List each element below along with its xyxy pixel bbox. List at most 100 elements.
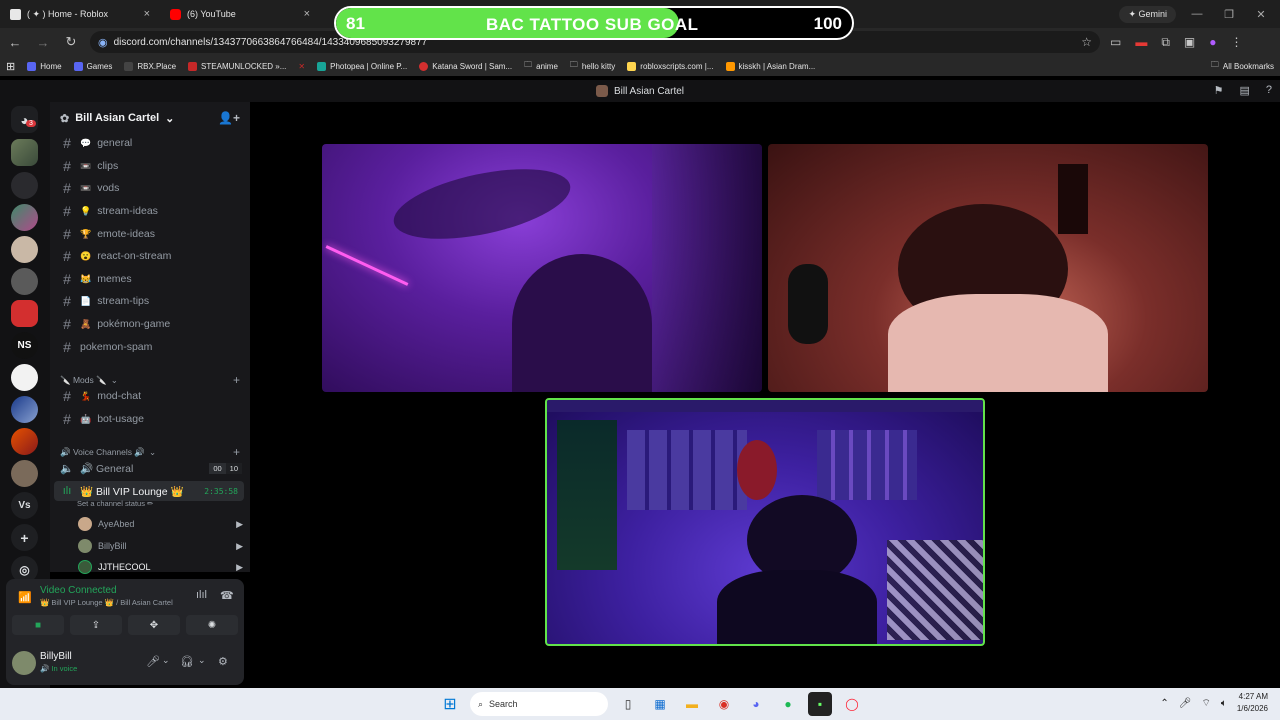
windows-start-icon[interactable]: ⊞	[438, 692, 462, 716]
channel-vods[interactable]: # 📼 vods	[58, 178, 242, 198]
reload-icon[interactable]: ↻	[62, 34, 80, 50]
video-tile-1[interactable]	[322, 144, 762, 392]
add-channel-icon[interactable]: +	[233, 445, 240, 459]
inbox-icon[interactable]: ▤	[1239, 84, 1249, 97]
tab-roblox[interactable]: ( ✦ ) Home - Roblox ×	[0, 0, 160, 28]
bookmark-anime[interactable]: 🗀 anime	[524, 59, 558, 73]
tab-close-icon[interactable]: ×	[144, 8, 150, 20]
microphone-tray-icon[interactable]: 🎤︎	[1179, 698, 1192, 709]
help-icon[interactable]: ?	[1266, 84, 1272, 97]
extension-icon[interactable]: ▭	[1110, 35, 1121, 50]
bookmark-rbxplace[interactable]: RBX.Place	[124, 61, 176, 71]
chevron-down-icon[interactable]: ⌄	[162, 655, 170, 666]
extensions-puzzle-icon[interactable]: ⧉	[1161, 35, 1170, 50]
channel-bot-usage[interactable]: # 🤖 bot-usage	[58, 409, 242, 429]
minimize-icon[interactable]: —	[1186, 8, 1208, 20]
server-icon-8[interactable]	[11, 396, 38, 423]
wifi-icon[interactable]: ⌔	[1201, 697, 1210, 710]
bookmark-home[interactable]: Home	[27, 61, 62, 71]
server-icon-3[interactable]	[11, 204, 38, 231]
bookmark-katana[interactable]: Katana Sword | Sam...	[419, 61, 512, 71]
avatar[interactable]	[12, 651, 36, 675]
chevron-down-icon[interactable]: ⌄	[198, 655, 206, 666]
profile-avatar[interactable]: ●	[1209, 35, 1216, 50]
tab-close-icon[interactable]: ×	[304, 8, 310, 20]
channel-memes[interactable]: # 😹 memes	[58, 269, 242, 289]
bookmark-steamunlocked[interactable]: STEAMUNLOCKED »...	[188, 61, 286, 71]
flag-icon[interactable]: ⚑	[1214, 84, 1224, 97]
channel-mod-chat[interactable]: # 💃 mod-chat	[58, 386, 242, 406]
invite-people-icon[interactable]: 👤+	[218, 111, 240, 125]
microphone-icon[interactable]: 🎤︎	[146, 655, 160, 668]
camera-toggle-button[interactable]: ■	[12, 615, 64, 635]
voice-member-jjthecool[interactable]: JJTHECOOL ▶	[78, 558, 243, 576]
voice-channel-general[interactable]: 🔈 🔊 General 00 10	[58, 458, 242, 478]
forward-icon[interactable]: →	[34, 35, 52, 50]
noise-suppression-icon[interactable]: ılıl	[196, 589, 207, 601]
back-icon[interactable]: ←	[6, 35, 24, 50]
signal-strength-icon[interactable]: 📶	[18, 591, 32, 604]
disconnect-icon[interactable]: ☎	[220, 589, 234, 602]
file-explorer-icon[interactable]: ▬	[680, 692, 704, 716]
discord-taskbar-icon[interactable]: ◕	[744, 692, 768, 716]
menu-kebab-icon[interactable]: ⋮	[1231, 35, 1243, 50]
bookmark-star-icon[interactable]: ☆	[1081, 35, 1092, 49]
voice-member-ayeabed[interactable]: AyeAbed ▶	[78, 515, 243, 533]
apps-grid-icon[interactable]: ⊞	[6, 60, 15, 73]
server-header[interactable]: ✿ Bill Asian Cartel ⌄ 👤+	[50, 102, 250, 134]
gemini-button[interactable]: ✦ Gemini	[1119, 5, 1176, 23]
voice-status-location[interactable]: 👑 Bill VIP Lounge 👑 / Bill Asian Cartel	[40, 598, 173, 607]
channel-pokemon-game[interactable]: # 🧸 pokémon-game	[58, 314, 242, 334]
volume-icon[interactable]: 🔈︎	[1221, 698, 1227, 709]
server-icon-10[interactable]	[11, 460, 38, 487]
all-bookmarks-button[interactable]: 🗀 All Bookmarks	[1211, 59, 1274, 73]
roblox-studio-icon[interactable]: ▪	[808, 692, 832, 716]
channel-clips[interactable]: # 📼 clips	[58, 156, 242, 176]
video-tile-3-speaking[interactable]	[545, 398, 985, 646]
bookmark-robloxscripts[interactable]: robloxscripts.com |...	[627, 61, 714, 71]
screen-share-button[interactable]: ⇪	[70, 615, 122, 635]
add-channel-icon[interactable]: +	[233, 373, 240, 387]
bookmark-games[interactable]: Games	[73, 61, 112, 71]
add-server-icon[interactable]: +	[11, 524, 38, 551]
server-icon-2[interactable]	[11, 172, 38, 199]
maximize-icon[interactable]: ❐	[1218, 8, 1240, 21]
bookmark-kisskh[interactable]: kisskh | Asian Dram...	[725, 61, 815, 71]
channel-stream-tips[interactable]: # 📄 stream-tips	[58, 291, 242, 311]
channel-pokemon-spam[interactable]: # pokemon-spam	[58, 337, 242, 357]
category-voice-channels[interactable]: 🔊 Voice Channels 🔊 ⌄ +	[60, 445, 240, 459]
channel-emote-ideas[interactable]: # 🏆 emote-ideas	[58, 224, 242, 244]
record-icon[interactable]: ▬	[1135, 35, 1147, 50]
settings-gear-icon[interactable]: ⚙	[218, 655, 228, 668]
task-view-icon[interactable]: ▯	[616, 692, 640, 716]
server-vs[interactable]: Vs	[11, 492, 38, 519]
bookmark-blank[interactable]: ✕	[298, 62, 305, 71]
show-hidden-icons-icon[interactable]: ⌃	[1160, 698, 1168, 709]
system-clock[interactable]: 4:27 AM 1/6/2026	[1237, 691, 1268, 715]
server-bill-asian-cartel[interactable]	[11, 139, 38, 166]
server-ns[interactable]: NS	[11, 332, 38, 359]
widgets-icon[interactable]: ▦	[648, 692, 672, 716]
set-channel-status-link[interactable]: Set a channel status ✏	[77, 499, 153, 508]
opera-icon[interactable]: ◯	[840, 692, 864, 716]
taskbar-search-input[interactable]: ⌕ Search	[470, 692, 608, 716]
activities-button[interactable]: ✥	[128, 615, 180, 635]
chrome-icon[interactable]: ◉	[712, 692, 736, 716]
server-icon-5[interactable]	[11, 268, 38, 295]
bookmark-hello-kitty[interactable]: 🗀 hello kitty	[570, 59, 615, 73]
voice-member-billybill[interactable]: BillyBill ▶	[78, 537, 243, 555]
tab-youtube[interactable]: (6) YouTube ×	[160, 0, 320, 28]
channel-react-on-stream[interactable]: # 😮 react-on-stream	[58, 246, 242, 266]
server-among-us[interactable]	[11, 300, 38, 327]
spotify-icon[interactable]: ●	[776, 692, 800, 716]
server-icon-4[interactable]	[11, 236, 38, 263]
channel-stream-ideas[interactable]: # 💡 stream-ideas	[58, 201, 242, 221]
close-window-icon[interactable]: ✕	[1250, 8, 1272, 21]
channel-general[interactable]: # 💬 general	[58, 133, 242, 153]
soundboard-button[interactable]: ✺	[186, 615, 238, 635]
bookmark-photopea[interactable]: Photopea | Online P...	[317, 61, 407, 71]
video-tile-2[interactable]	[768, 144, 1208, 392]
category-mods[interactable]: 🔪 Mods 🔪 ⌄ +	[60, 373, 240, 387]
server-icon-9[interactable]	[11, 428, 38, 455]
voice-channel-vip-lounge[interactable]: ılı 👑 Bill VIP Lounge 👑 2:35:58	[54, 481, 244, 501]
